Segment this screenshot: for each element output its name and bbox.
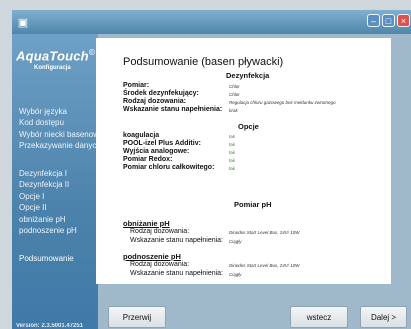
- summary-panel: Podsumowanie (basen pływacki) Dezynfekcj…: [96, 38, 391, 284]
- page-title: Podsumowanie (basen pływacki): [123, 56, 284, 68]
- row-label-pomiar: Pomiar:: [123, 82, 150, 89]
- row-label-rodzaj: Rodzaj dozowania:: [123, 98, 186, 105]
- row-value-wyjscia: tak: [229, 150, 236, 155]
- sidebar-item-przekazywanie-danych[interactable]: Przekazywanie danych:: [19, 140, 103, 151]
- row-label-podnoszenie-wskazanie: Wskazanie stanu napełnienia:: [130, 270, 224, 277]
- sidebar-item-wybor-niecki[interactable]: Wybór niecki basenowej: [19, 129, 105, 140]
- row-label-poolizel: POOL-izel Plus Additiv:: [123, 140, 201, 147]
- section-heading-opcje: Opcje: [238, 122, 259, 131]
- app-icon[interactable]: ▣: [16, 15, 30, 29]
- row-label-obnizanie-wskazanie: Wskazanie stanu napełnienia:: [130, 237, 224, 244]
- cancel-button[interactable]: Przerwij: [108, 306, 166, 328]
- sidebar-item-opcje-2[interactable]: Opcje II: [19, 202, 47, 213]
- row-value-redox: tak: [229, 158, 236, 163]
- sidebar-item-opcje-1[interactable]: Opcje I: [19, 191, 44, 202]
- back-button[interactable]: wstecz: [290, 306, 348, 328]
- subsection-heading-obnizanie-ph: obniżanie pH: [123, 219, 170, 228]
- sidebar-item-dezynfekcja-1[interactable]: Dezynfekcja I: [19, 168, 67, 179]
- logo-mark-icon: ©: [88, 48, 95, 57]
- logo-subtitle: Konfiguracja: [34, 65, 71, 71]
- sidebar-item-podnoszenie-ph[interactable]: podnoszenie pH: [19, 225, 77, 236]
- row-label-wyjscia: Wyjścia analogowe:: [123, 148, 190, 155]
- row-label-koagulacja: koagulacja: [123, 132, 160, 139]
- row-value-chlor-calkowity: tak: [229, 166, 236, 171]
- row-label-podnoszenie-rodzaj: Rodzaj dozowania:: [130, 261, 190, 268]
- row-value-obnizanie-rodzaj: Dinodos Start Level Bus, 24V/ 10W: [229, 230, 300, 235]
- row-value-obnizanie-wskazanie: Ciągły: [229, 239, 242, 244]
- row-value-srodek: Chlor: [229, 92, 240, 97]
- row-value-koagulacja: tak: [229, 134, 236, 139]
- next-button[interactable]: Dalej >: [360, 306, 407, 328]
- row-label-redox: Pomiar Redox:: [123, 156, 173, 163]
- close-icon[interactable]: ×: [397, 14, 410, 27]
- row-label-obnizanie-rodzaj: Rodzaj dozowania:: [130, 228, 190, 235]
- sidebar: AquaTouch© Konfiguracja Wybór języka Kod…: [12, 34, 105, 329]
- row-value-wskazanie: brak: [229, 108, 238, 113]
- row-value-pomiar: Chlor: [229, 84, 240, 89]
- section-heading-dezynfekcja: Dezynfekcja: [226, 71, 270, 80]
- row-value-podnoszenie-rodzaj: Dinodos Start Level Bus, 24V/ 10W: [229, 263, 300, 268]
- row-label-chlor-calkowity: Pomiar chloru całkowitego:: [123, 164, 215, 171]
- button-bar: Przerwij wstecz Dalej >: [98, 300, 411, 329]
- sidebar-item-kod-dostepu[interactable]: Kod dostępu: [19, 117, 64, 128]
- section-heading-pomiar-ph: Pomiar pH: [234, 200, 272, 209]
- sidebar-item-podsumowanie[interactable]: Podsumowanie: [19, 253, 74, 264]
- row-value-poolizel: tak: [229, 142, 236, 147]
- sidebar-item-obnizanie-ph[interactable]: obniżanie pH: [19, 214, 66, 225]
- subsection-heading-podnoszenie-ph: podnoszenie pH: [123, 252, 181, 261]
- minimize-icon[interactable]: –: [367, 14, 380, 27]
- sidebar-item-wybor-jezyka[interactable]: Wybór języka: [19, 106, 67, 117]
- sidebar-item-dezynfekcja-2[interactable]: Dezynfekcja II: [19, 179, 69, 190]
- row-value-podnoszenie-wskazanie: Ciągły: [229, 272, 242, 277]
- row-label-wskazanie: Wskazanie stanu napełnienia:: [123, 106, 223, 113]
- row-value-rodzaj: Regulacja chloru gazowego bez meldunku z…: [229, 100, 336, 105]
- version-label: Version: 2.3.5001.47251: [16, 323, 84, 329]
- row-label-srodek: Środek dezynfekujący:: [123, 90, 199, 97]
- title-bar: ▣ – □ ×: [12, 10, 411, 34]
- maximize-icon[interactable]: □: [382, 14, 395, 27]
- logo: AquaTouch©: [16, 48, 95, 64]
